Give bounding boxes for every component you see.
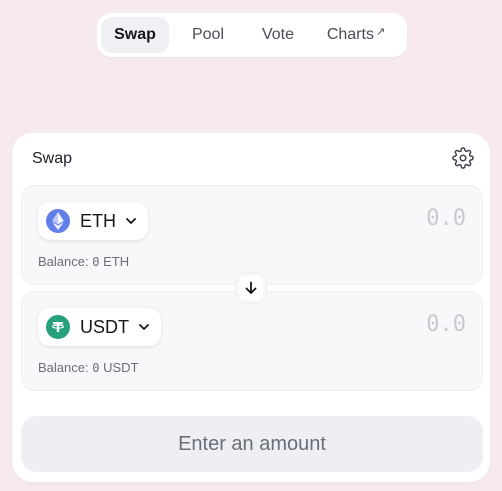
arrow-down-icon	[245, 281, 257, 294]
from-panel: ETH Balance: 0 ETH	[21, 185, 483, 285]
tab-swap-label: Swap	[114, 26, 156, 43]
from-balance: Balance: 0 ETH	[38, 254, 129, 269]
chevron-down-icon	[126, 218, 136, 224]
to-panel: USDT Balance: 0 USDT	[21, 291, 483, 391]
from-balance-value: 0	[92, 255, 100, 269]
from-amount-input[interactable]	[326, 206, 466, 231]
swap-card: Swap ETH Balance: 0 ETH	[12, 133, 490, 482]
to-balance-label: Balance:	[38, 360, 89, 375]
from-token-select[interactable]: ETH	[38, 202, 148, 240]
tab-pool-label: Pool	[191, 26, 225, 43]
card-title: Swap	[32, 150, 73, 167]
from-token-symbol: ETH	[80, 210, 116, 231]
top-nav: Swap Pool Vote Charts ↗	[97, 13, 407, 57]
from-balance-label: Balance:	[38, 254, 89, 269]
eth-logo-icon	[46, 209, 70, 233]
from-balance-unit: ETH	[103, 254, 130, 269]
enter-amount-button[interactable]: Enter an amount	[21, 416, 483, 472]
usdt-logo-icon	[46, 315, 70, 339]
tab-charts-label: Charts	[326, 26, 374, 43]
tab-charts[interactable]: Charts ↗	[309, 17, 403, 53]
gear-icon	[452, 147, 474, 169]
to-token-select[interactable]: USDT	[38, 308, 161, 346]
tab-swap[interactable]: Swap	[101, 17, 169, 53]
tab-vote[interactable]: Vote	[247, 17, 309, 53]
to-token-symbol: USDT	[80, 316, 129, 337]
switch-direction-button[interactable]	[236, 273, 266, 303]
to-amount-input[interactable]	[326, 312, 466, 337]
to-balance-unit: USDT	[103, 360, 139, 375]
chevron-down-icon	[139, 324, 149, 330]
external-link-icon: ↗	[375, 25, 386, 38]
to-balance: Balance: 0 USDT	[38, 360, 138, 375]
to-balance-value: 0	[92, 361, 100, 375]
tab-pool[interactable]: Pool	[169, 17, 247, 53]
settings-button[interactable]	[452, 147, 474, 169]
tab-vote-label: Vote	[261, 26, 295, 43]
